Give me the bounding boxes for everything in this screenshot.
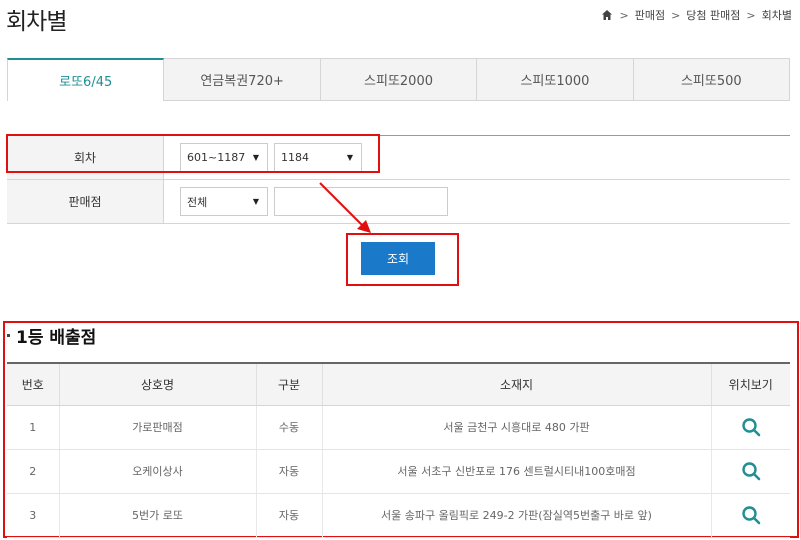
- bullet-icon: [7, 334, 10, 337]
- col-address: 소재지: [322, 363, 712, 406]
- breadcrumb-item-winning-store[interactable]: 당첨 판매점: [686, 7, 740, 23]
- store-region-select[interactable]: 전체 ▼: [180, 187, 268, 216]
- search-icon[interactable]: [741, 461, 761, 481]
- breadcrumb: > 판매점 > 당첨 판매점 > 회차별: [601, 7, 792, 23]
- row-map-cell: [711, 493, 790, 538]
- row-store-name: 오케이상사: [59, 449, 257, 494]
- tab-speetto1000[interactable]: 스피또1000: [477, 58, 634, 101]
- row-number: 1: [7, 405, 60, 450]
- row-type: 수동: [256, 405, 323, 450]
- chevron-right-icon: >: [619, 8, 629, 22]
- row-address: 서울 송파구 올림픽로 249-2 가판(잠실역5번출구 바로 앞): [322, 493, 712, 538]
- chevron-right-icon: >: [746, 8, 756, 22]
- row-store-name: 5번가 로또: [59, 493, 257, 538]
- store-label: 판매점: [7, 180, 164, 223]
- table-row: 3 5번가 로또 자동 서울 송파구 올림픽로 249-2 가판(잠실역5번출구…: [7, 493, 790, 538]
- home-icon[interactable]: [601, 9, 613, 21]
- results-table: 번호 상호명 구분 소재지 위치보기 1 가로판매점 수동 서울 금천구 시흥대…: [7, 362, 790, 538]
- row-map-cell: [711, 449, 790, 494]
- row-number: 2: [7, 449, 60, 494]
- highlight-round-box: [6, 134, 380, 173]
- tab-pension720[interactable]: 연금복권720+: [164, 58, 321, 101]
- table-header-row: 번호 상호명 구분 소재지 위치보기: [7, 363, 790, 406]
- results-title: 1등 배출점: [7, 323, 96, 348]
- row-address: 서울 서초구 신반포로 176 센트럴시티내100호매점: [322, 449, 712, 494]
- breadcrumb-item-store[interactable]: 판매점: [635, 7, 665, 23]
- store-name-input[interactable]: [274, 187, 448, 216]
- tab-speetto2000[interactable]: 스피또2000: [320, 58, 478, 101]
- row-type: 자동: [256, 493, 323, 538]
- row-type: 자동: [256, 449, 323, 494]
- col-number: 번호: [7, 363, 60, 406]
- row-number: 3: [7, 493, 60, 538]
- row-map-cell: [711, 405, 790, 450]
- page-title: 회차별: [6, 9, 67, 35]
- lottery-tabs: 로또6/45 연금복권720+ 스피또2000 스피또1000 스피또500: [7, 58, 791, 101]
- search-icon[interactable]: [741, 505, 761, 525]
- tab-lotto645[interactable]: 로또6/45: [7, 58, 165, 101]
- store-region-value: 전체: [187, 195, 208, 209]
- dropdown-arrow-icon: ▼: [252, 197, 259, 206]
- col-store-name: 상호명: [59, 363, 257, 406]
- results-title-text: 1등 배출점: [16, 328, 97, 348]
- col-type: 구분: [256, 363, 323, 406]
- row-address: 서울 금천구 시흥대로 480 가판: [322, 405, 712, 450]
- store-row: 판매점 전체 ▼: [7, 180, 790, 224]
- table-row: 2 오케이상사 자동 서울 서초구 신반포로 176 센트럴시티내100호매점: [7, 449, 790, 494]
- tab-speetto500[interactable]: 스피또500: [633, 58, 791, 101]
- row-store-name: 가로판매점: [59, 405, 257, 450]
- search-icon[interactable]: [741, 417, 761, 437]
- col-map: 위치보기: [711, 363, 790, 406]
- table-row: 1 가로판매점 수동 서울 금천구 시흥대로 480 가판: [7, 405, 790, 450]
- breadcrumb-item-by-round: 회차별: [761, 9, 792, 22]
- chevron-right-icon: >: [671, 8, 681, 22]
- highlight-button-box: [346, 233, 459, 286]
